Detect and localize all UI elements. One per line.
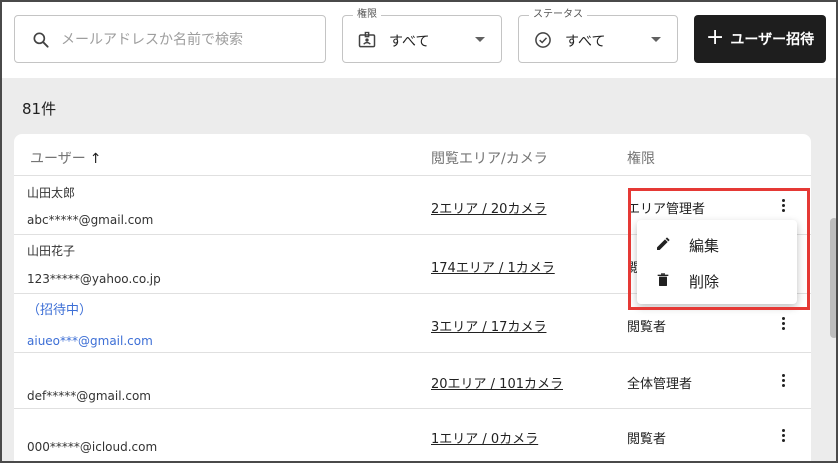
user-role: 閲覧者 <box>627 320 667 335</box>
user-role: エリア管理者 <box>627 202 706 217</box>
search-input[interactable] <box>61 28 311 52</box>
role-filter-value: すべて <box>389 34 430 50</box>
filter-bar: 権限 すべて ステータス すべて + ユーザー招待 <box>0 0 838 78</box>
chevron-down-icon <box>475 37 485 42</box>
user-email: aiueo***@gmail.com <box>27 334 153 348</box>
user-name: 山田花子 <box>27 244 76 258</box>
role-filter-select[interactable]: 権限 すべて <box>342 8 502 63</box>
column-header-role: 権限 <box>627 151 655 167</box>
column-header-user-label: ユーザー <box>30 151 86 167</box>
status-filter-legend: ステータス <box>529 8 587 22</box>
user-role: 全体管理者 <box>627 377 693 392</box>
table-row: 000*****@icloud.com 1エリア / 0カメラ 閲覧者 <box>14 409 811 463</box>
sort-arrow-icon: ↑ <box>89 151 102 167</box>
menu-item-delete[interactable]: 削除 <box>637 262 797 298</box>
check-circle-icon <box>535 32 551 48</box>
status-filter-select[interactable]: ステータス すべて <box>518 8 678 63</box>
more-vert-icon[interactable] <box>774 196 792 214</box>
menu-item-delete-label: 削除 <box>689 273 720 291</box>
menu-item-edit-label: 編集 <box>689 237 720 255</box>
more-vert-icon[interactable] <box>774 426 792 444</box>
area-camera-link[interactable]: 174エリア / 1カメラ <box>431 257 555 276</box>
row-action-menu: 編集 削除 <box>637 220 797 304</box>
search-field[interactable] <box>14 15 326 63</box>
user-email: 123*****@yahoo.co.jp <box>27 272 161 286</box>
plus-icon: + <box>705 25 725 50</box>
area-camera-link[interactable]: 2エリア / 20カメラ <box>431 198 546 217</box>
table-row: def*****@gmail.com 20エリア / 101カメラ 全体管理者 <box>14 353 811 408</box>
menu-item-edit[interactable]: 編集 <box>637 226 797 262</box>
trash-icon <box>657 273 669 286</box>
user-role: 閲覧者 <box>627 432 667 447</box>
area-camera-link[interactable]: 20エリア / 101カメラ <box>431 373 563 392</box>
user-email: 000*****@icloud.com <box>27 440 158 454</box>
invite-user-label: ユーザー招待 <box>730 32 815 48</box>
more-vert-icon[interactable] <box>774 314 792 332</box>
column-header-user[interactable]: ユーザー ↑ <box>30 148 101 168</box>
search-icon <box>33 32 49 48</box>
invited-status-label: （招待中） <box>27 303 93 318</box>
pencil-icon <box>657 237 670 250</box>
role-filter-legend: 権限 <box>353 8 381 22</box>
area-camera-link[interactable]: 1エリア / 0カメラ <box>431 428 538 447</box>
area-camera-link[interactable]: 3エリア / 17カメラ <box>431 316 546 335</box>
user-count: 81件 <box>22 100 57 118</box>
user-name: 山田太郎 <box>27 186 76 200</box>
chevron-down-icon <box>651 37 661 42</box>
scrollbar[interactable] <box>830 218 838 338</box>
user-email: def*****@gmail.com <box>27 389 151 403</box>
status-filter-value: すべて <box>565 34 606 50</box>
invite-user-button[interactable]: + ユーザー招待 <box>694 15 826 63</box>
column-header-area: 閲覧エリア/カメラ <box>431 151 548 167</box>
more-vert-icon[interactable] <box>774 371 792 389</box>
user-email: abc*****@gmail.com <box>27 213 154 227</box>
badge-icon <box>358 31 376 48</box>
